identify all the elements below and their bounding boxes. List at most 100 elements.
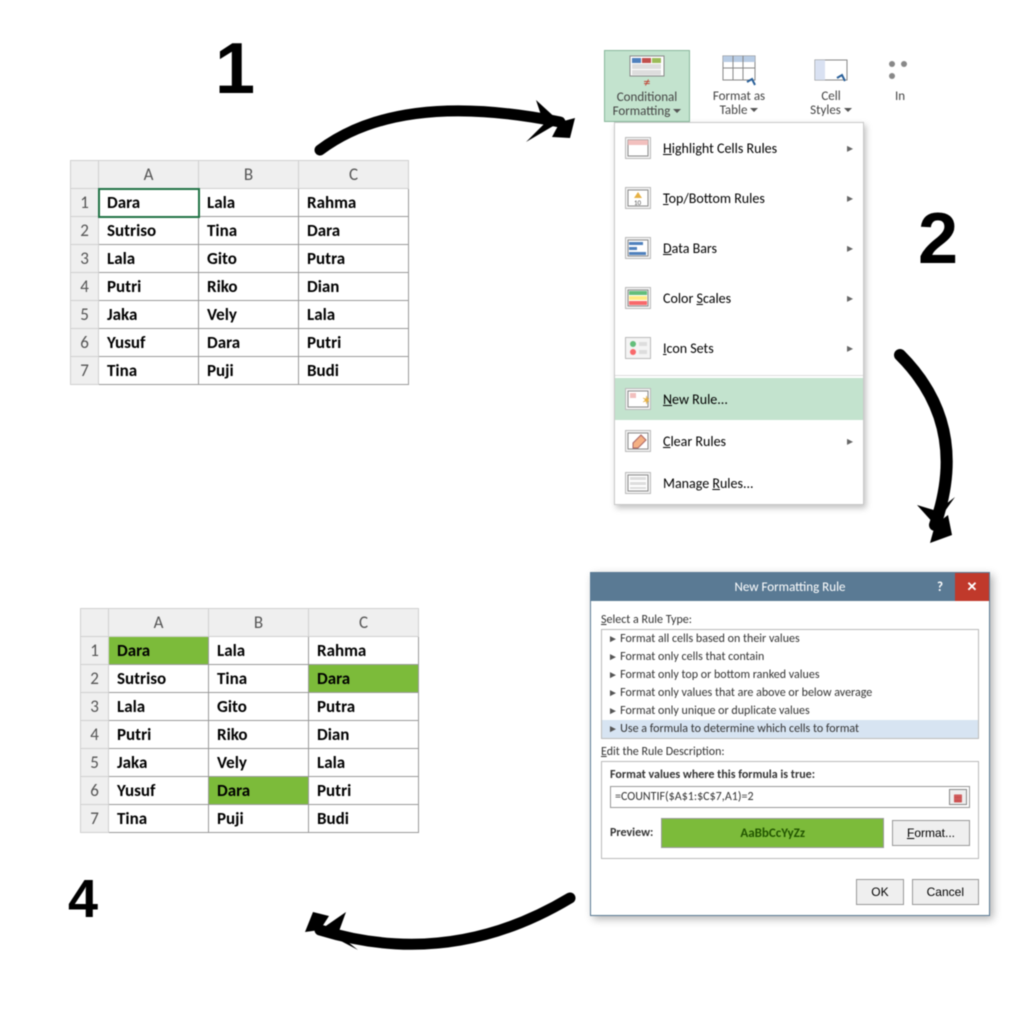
column-header[interactable]: B <box>209 609 309 637</box>
cell[interactable]: Dara <box>199 329 299 357</box>
cell[interactable]: Putri <box>109 721 209 749</box>
conditional-formatting-icon: ≠ <box>629 55 665 91</box>
cell[interactable]: Dian <box>299 273 409 301</box>
menu-clear-rules[interactable]: Clear Rules <box>615 420 863 462</box>
row-header[interactable]: 7 <box>81 805 109 833</box>
range-picker-button[interactable]: ▦ <box>949 789 967 805</box>
menu-data-bars[interactable]: Data Bars <box>615 223 863 273</box>
cell[interactable]: Yusuf <box>109 777 209 805</box>
cell-styles-button[interactable]: Cell Styles <box>788 50 874 120</box>
cell[interactable]: Dara <box>309 665 419 693</box>
menu-color-scales[interactable]: Color Scales <box>615 273 863 323</box>
cell[interactable]: Dian <box>309 721 419 749</box>
row-header[interactable]: 5 <box>71 301 99 329</box>
svg-text:10: 10 <box>634 198 642 207</box>
cell[interactable]: Gito <box>209 693 309 721</box>
menu-highlight-cells[interactable]: HHighlight Cells Rulesighlight Cells Rul… <box>615 123 863 173</box>
ok-button[interactable]: OK <box>856 879 903 905</box>
spreadsheet-step4: ABC1DaraLalaRahma2SutrisoTinaDara3LalaGi… <box>80 608 419 833</box>
cell[interactable]: Gito <box>199 245 299 273</box>
row-header[interactable]: 4 <box>81 721 109 749</box>
cell[interactable]: Lala <box>299 301 409 329</box>
ribbon-more-icon <box>882 54 918 90</box>
cell[interactable]: Putra <box>309 693 419 721</box>
formula-label: Format values where this formula is true… <box>610 768 970 782</box>
menu-icon-sets[interactable]: Icon Sets <box>615 323 863 373</box>
cell[interactable]: Dara <box>209 777 309 805</box>
cell[interactable]: Vely <box>199 301 299 329</box>
column-header[interactable]: C <box>309 609 419 637</box>
cs-label-1: Cell <box>821 89 840 104</box>
cancel-button[interactable]: Cancel <box>912 879 979 905</box>
rule-type-option[interactable]: Use a formula to determine which cells t… <box>602 720 978 738</box>
cell[interactable]: Tina <box>109 805 209 833</box>
column-header[interactable]: A <box>99 161 199 189</box>
cell[interactable]: Putri <box>99 273 199 301</box>
cell[interactable]: Puji <box>199 357 299 385</box>
row-header[interactable]: 3 <box>81 693 109 721</box>
menu-manage-rules[interactable]: Manage Rules... <box>615 462 863 504</box>
row-header[interactable]: 1 <box>81 637 109 665</box>
cell[interactable]: Sutriso <box>99 217 199 245</box>
cell[interactable]: Vely <box>209 749 309 777</box>
rule-type-option[interactable]: Format only unique or duplicate values <box>602 702 978 720</box>
cell[interactable]: Putri <box>299 329 409 357</box>
cell[interactable]: Budi <box>299 357 409 385</box>
cell[interactable]: Tina <box>209 665 309 693</box>
cell[interactable]: Putri <box>309 777 419 805</box>
rule-type-option[interactable]: Format only cells that contain <box>602 648 978 666</box>
formula-text: =COUNTIF($A$1:$C$7,A1)=2 <box>615 790 754 804</box>
cell[interactable]: Budi <box>309 805 419 833</box>
cell[interactable]: Tina <box>99 357 199 385</box>
format-as-table-button[interactable]: Format as Table <box>696 50 782 120</box>
dialog-help-button[interactable]: ? <box>925 573 955 601</box>
menu-top-bottom[interactable]: 10 Top/Bottom Rules <box>615 173 863 223</box>
step-number-4: 4 <box>68 868 98 930</box>
conditional-formatting-button[interactable]: ≠ Conditional Formatting <box>604 50 690 122</box>
row-header[interactable]: 7 <box>71 357 99 385</box>
cell[interactable]: Riko <box>199 273 299 301</box>
row-header[interactable]: 2 <box>81 665 109 693</box>
chevron-down-icon <box>841 103 852 118</box>
cell[interactable]: Dara <box>109 637 209 665</box>
cell[interactable]: Lala <box>209 637 309 665</box>
rule-type-list[interactable]: Format all cells based on their valuesFo… <box>601 629 979 739</box>
cell[interactable]: Riko <box>209 721 309 749</box>
formula-input[interactable]: =COUNTIF($A$1:$C$7,A1)=2 ▦ <box>610 786 970 808</box>
row-header[interactable]: 6 <box>81 777 109 805</box>
cell[interactable]: Puji <box>209 805 309 833</box>
cell[interactable]: Lala <box>199 189 299 217</box>
cell[interactable]: Rahma <box>309 637 419 665</box>
row-header[interactable]: 1 <box>71 189 99 217</box>
cell[interactable]: Tina <box>199 217 299 245</box>
format-button[interactable]: Format... <box>892 820 970 846</box>
cell[interactable]: Dara <box>299 217 409 245</box>
ft-label-1: Format as <box>713 89 765 104</box>
row-header[interactable]: 4 <box>71 273 99 301</box>
cell[interactable]: Lala <box>99 245 199 273</box>
rule-type-option[interactable]: Format all cells based on their values <box>602 630 978 648</box>
rule-type-option[interactable]: Format only values that are above or bel… <box>602 684 978 702</box>
cell[interactable]: Yusuf <box>99 329 199 357</box>
ribbon-more[interactable]: In <box>880 50 920 106</box>
cell[interactable]: Lala <box>109 693 209 721</box>
row-header[interactable]: 5 <box>81 749 109 777</box>
data-bars-icon <box>625 237 651 259</box>
spreadsheet-step1: ABC1DaraLalaRahma2SutrisoTinaDara3LalaGi… <box>70 160 409 385</box>
cell[interactable]: Dara <box>99 189 199 217</box>
dialog-close-button[interactable]: ✕ <box>955 573 989 601</box>
row-header[interactable]: 2 <box>71 217 99 245</box>
menu-new-rule[interactable]: ✶ New Rule... <box>615 378 863 420</box>
row-header[interactable]: 3 <box>71 245 99 273</box>
cell[interactable]: Jaka <box>99 301 199 329</box>
cell[interactable]: Rahma <box>299 189 409 217</box>
cell[interactable]: Jaka <box>109 749 209 777</box>
column-header[interactable]: A <box>109 609 209 637</box>
rule-type-option[interactable]: Format only top or bottom ranked values <box>602 666 978 684</box>
column-header[interactable]: B <box>199 161 299 189</box>
row-header[interactable]: 6 <box>71 329 99 357</box>
cell[interactable]: Sutriso <box>109 665 209 693</box>
chevron-down-icon <box>747 103 758 118</box>
cell[interactable]: Lala <box>309 749 419 777</box>
cell[interactable]: Putra <box>299 245 409 273</box>
